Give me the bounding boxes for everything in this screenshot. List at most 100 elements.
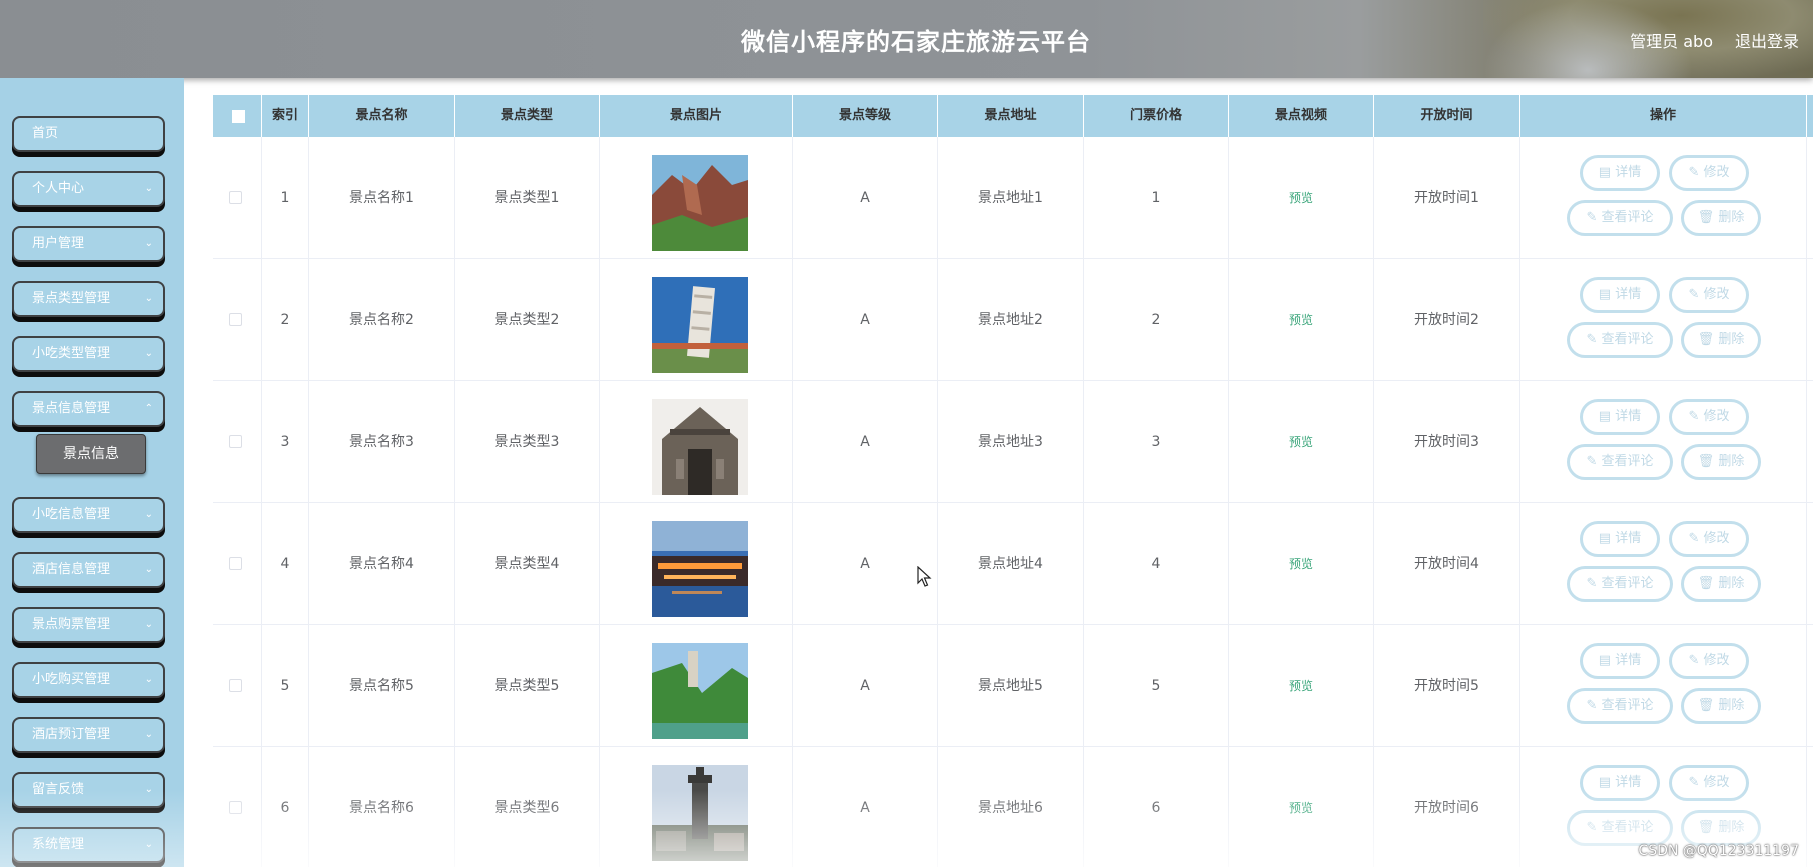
video-preview-link[interactable]: 预览 (1289, 191, 1313, 205)
logout-link[interactable]: 退出登录 (1735, 28, 1799, 52)
detail-button[interactable]: ▤ 详情 (1580, 155, 1660, 191)
edit-button[interactable]: ✎ 修改 (1669, 643, 1749, 679)
select-all-checkbox[interactable] (232, 110, 245, 123)
video-preview-link[interactable]: 预览 (1289, 435, 1313, 449)
attraction-thumbnail[interactable] (652, 521, 748, 617)
detail-label: 详情 (1615, 165, 1642, 180)
column-header-index[interactable]: 索引 (262, 95, 309, 137)
delete-label: 删除 (1718, 820, 1745, 835)
detail-label: 详情 (1615, 775, 1642, 790)
video-preview-link[interactable]: 预览 (1289, 557, 1313, 571)
cell-price: 3 (1084, 381, 1229, 503)
sidebar-item-user-management[interactable]: 用户管理 ⌄ (12, 226, 165, 262)
detail-button[interactable]: ▤ 详情 (1580, 643, 1660, 679)
detail-button[interactable]: ▤ 详情 (1580, 277, 1660, 313)
view-comments-button[interactable]: ✎ 查看评论 (1567, 200, 1673, 236)
edit-button[interactable]: ✎ 修改 (1669, 399, 1749, 435)
cell-actions: ▤ 详情 ✎ 修改 ✎ 查看评论 🗑 删除 (1520, 381, 1807, 503)
row-checkbox[interactable] (229, 191, 242, 204)
delete-button[interactable]: 🗑 删除 (1681, 322, 1761, 358)
attraction-thumbnail[interactable] (652, 277, 748, 373)
column-header-open-time[interactable]: 开放时间 (1374, 95, 1520, 137)
sidebar-item-system-management[interactable]: 系统管理 ⌄ (12, 827, 165, 863)
pencil-icon: ✎ (1586, 210, 1598, 225)
view-comments-label: 查看评论 (1601, 820, 1654, 835)
sidebar-item-hotel-info-management[interactable]: 酒店信息管理 ⌄ (12, 552, 165, 588)
cell-price: 2 (1084, 259, 1229, 381)
detail-button[interactable]: ▤ 详情 (1580, 521, 1660, 557)
video-preview-link[interactable]: 预览 (1289, 679, 1313, 693)
delete-button[interactable]: 🗑 删除 (1681, 810, 1761, 846)
sidebar-subitem-attraction-info[interactable]: 景点信息 (36, 434, 146, 474)
view-comments-button[interactable]: ✎ 查看评论 (1567, 444, 1673, 480)
edit-label: 修改 (1703, 287, 1730, 302)
attraction-thumbnail[interactable] (652, 155, 748, 251)
edit-button[interactable]: ✎ 修改 (1669, 277, 1749, 313)
detail-label: 详情 (1615, 287, 1642, 302)
chevron-down-icon: ⌄ (144, 238, 153, 249)
row-select-cell (213, 625, 262, 747)
attraction-thumbnail[interactable] (652, 643, 748, 739)
sidebar-item-attraction-type-management[interactable]: 景点类型管理 ⌄ (12, 281, 165, 317)
sidebar-item-attraction-info-management[interactable]: 景点信息管理 ⌃ (12, 391, 165, 427)
delete-button[interactable]: 🗑 删除 (1681, 566, 1761, 602)
sidebar-item-label: 酒店信息管理 (32, 562, 111, 577)
table-row: 1 景点名称1 景点类型1 A 景点地址1 1 预览 开放时间1 ▤ 详情 ✎ … (213, 137, 1813, 259)
view-comments-button[interactable]: ✎ 查看评论 (1567, 810, 1673, 846)
cell-open-time: 开放时间1 (1374, 137, 1520, 259)
cell-type: 景点类型3 (455, 381, 600, 503)
delete-button[interactable]: 🗑 删除 (1681, 688, 1761, 724)
view-comments-button[interactable]: ✎ 查看评论 (1567, 688, 1673, 724)
sidebar-item-label: 个人中心 (32, 181, 85, 196)
column-header-name[interactable]: 景点名称 (309, 95, 455, 137)
column-header-price[interactable]: 门票价格 (1084, 95, 1229, 137)
attraction-thumbnail[interactable] (652, 765, 748, 861)
detail-label: 详情 (1615, 531, 1642, 546)
pencil-icon: ✎ (1586, 576, 1598, 591)
row-select-cell (213, 259, 262, 381)
app-title: 微信小程序的石家庄旅游云平台 (741, 28, 1091, 56)
detail-button[interactable]: ▤ 详情 (1580, 399, 1660, 435)
edit-button[interactable]: ✎ 修改 (1669, 521, 1749, 557)
row-checkbox[interactable] (229, 313, 242, 326)
document-icon: ▤ (1598, 531, 1612, 546)
column-header-address[interactable]: 景点地址 (938, 95, 1084, 137)
detail-button[interactable]: ▤ 详情 (1580, 765, 1660, 801)
chevron-down-icon: ⌄ (144, 293, 153, 304)
sidebar-item-snack-type-management[interactable]: 小吃类型管理 ⌄ (12, 336, 165, 372)
cell-level: A (793, 381, 938, 503)
chevron-down-icon: ⌄ (144, 839, 153, 850)
view-comments-button[interactable]: ✎ 查看评论 (1567, 322, 1673, 358)
cell-address: 景点地址5 (938, 625, 1084, 747)
delete-button[interactable]: 🗑 删除 (1681, 200, 1761, 236)
view-comments-button[interactable]: ✎ 查看评论 (1567, 566, 1673, 602)
row-checkbox[interactable] (229, 557, 242, 570)
video-preview-link[interactable]: 预览 (1289, 801, 1313, 815)
row-checkbox[interactable] (229, 435, 242, 448)
sidebar-item-feedback[interactable]: 留言反馈 ⌄ (12, 772, 165, 808)
column-header-level[interactable]: 景点等级 (793, 95, 938, 137)
sidebar-item-home[interactable]: 首页 (12, 116, 165, 152)
sidebar-item-personal-center[interactable]: 个人中心 ⌄ (12, 171, 165, 207)
column-header-video[interactable]: 景点视频 (1229, 95, 1374, 137)
sidebar-item-snack-info-management[interactable]: 小吃信息管理 ⌄ (12, 497, 165, 533)
sidebar-item-hotel-booking-management[interactable]: 酒店预订管理 ⌄ (12, 717, 165, 753)
cell-image (600, 625, 793, 747)
column-header-type[interactable]: 景点类型 (455, 95, 600, 137)
attraction-thumbnail[interactable] (652, 399, 748, 495)
sidebar-item-ticket-management[interactable]: 景点购票管理 ⌄ (12, 607, 165, 643)
top-header: 微信小程序的石家庄旅游云平台 管理员 abo 退出登录 (0, 0, 1813, 78)
sidebar-item-snack-purchase-management[interactable]: 小吃购买管理 ⌄ (12, 662, 165, 698)
delete-button[interactable]: 🗑 删除 (1681, 444, 1761, 480)
cell-type: 景点类型2 (455, 259, 600, 381)
delete-label: 删除 (1718, 454, 1745, 469)
edit-button[interactable]: ✎ 修改 (1669, 155, 1749, 191)
trash-icon: 🗑 (1697, 332, 1715, 347)
edit-button[interactable]: ✎ 修改 (1669, 765, 1749, 801)
cell-level: A (793, 137, 938, 259)
column-header-image[interactable]: 景点图片 (600, 95, 793, 137)
video-preview-link[interactable]: 预览 (1289, 313, 1313, 327)
row-checkbox[interactable] (229, 801, 242, 814)
row-checkbox[interactable] (229, 679, 242, 692)
sidebar-item-label: 留言反馈 (32, 782, 85, 797)
